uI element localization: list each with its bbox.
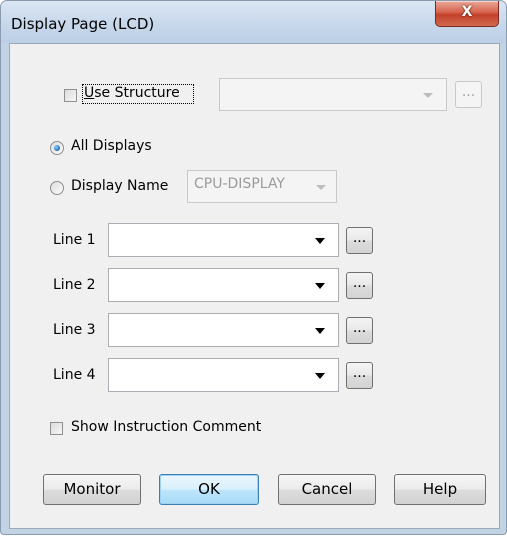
display-name-radio[interactable] xyxy=(50,181,64,195)
line-3-combo[interactable] xyxy=(108,313,339,347)
chevron-down-icon xyxy=(423,93,433,98)
chevron-down-icon[interactable] xyxy=(315,238,325,244)
structure-browse-button: ... xyxy=(455,81,482,108)
dialog-window: Display Page (LCD) X Use Structure ... A… xyxy=(0,0,507,535)
ok-button[interactable]: OK xyxy=(159,474,259,505)
display-name-label[interactable]: Display Name xyxy=(71,178,168,194)
use-structure-checkbox[interactable] xyxy=(64,89,77,102)
close-icon: X xyxy=(461,4,473,20)
window-title: Display Page (LCD) xyxy=(11,15,155,33)
cancel-button[interactable]: Cancel xyxy=(278,474,376,505)
line-4-combo[interactable] xyxy=(108,358,339,392)
line-2-browse-button[interactable]: ... xyxy=(346,272,373,299)
close-button[interactable]: X xyxy=(435,1,499,27)
chevron-down-icon[interactable] xyxy=(315,373,325,379)
line-2-combo[interactable] xyxy=(108,268,339,302)
display-name-combo-value: CPU-DISPLAY xyxy=(194,176,285,192)
chevron-down-icon[interactable] xyxy=(315,328,325,334)
chevron-down-icon[interactable] xyxy=(315,283,325,289)
dialog-client-area: Use Structure ... All Displays Display N… xyxy=(9,43,500,529)
line-2-label: Line 2 xyxy=(53,277,96,293)
show-instruction-comment-label[interactable]: Show Instruction Comment xyxy=(71,419,261,435)
show-instruction-comment-checkbox[interactable] xyxy=(50,422,63,435)
all-displays-label[interactable]: All Displays xyxy=(71,138,152,154)
all-displays-radio[interactable] xyxy=(50,141,64,155)
focus-rectangle xyxy=(82,84,194,104)
line-1-combo[interactable] xyxy=(108,223,339,257)
monitor-button[interactable]: Monitor xyxy=(43,474,141,505)
line-3-label: Line 3 xyxy=(53,322,96,338)
chevron-down-icon xyxy=(316,185,326,190)
structure-combo xyxy=(219,78,447,111)
title-bar[interactable]: Display Page (LCD) X xyxy=(1,1,506,43)
line-4-label: Line 4 xyxy=(53,367,96,383)
line-1-label: Line 1 xyxy=(53,232,96,248)
display-name-combo: CPU-DISPLAY xyxy=(187,170,337,203)
line-1-browse-button[interactable]: ... xyxy=(346,227,373,254)
line-3-browse-button[interactable]: ... xyxy=(346,317,373,344)
help-button[interactable]: Help xyxy=(394,474,486,505)
line-4-browse-button[interactable]: ... xyxy=(346,362,373,389)
